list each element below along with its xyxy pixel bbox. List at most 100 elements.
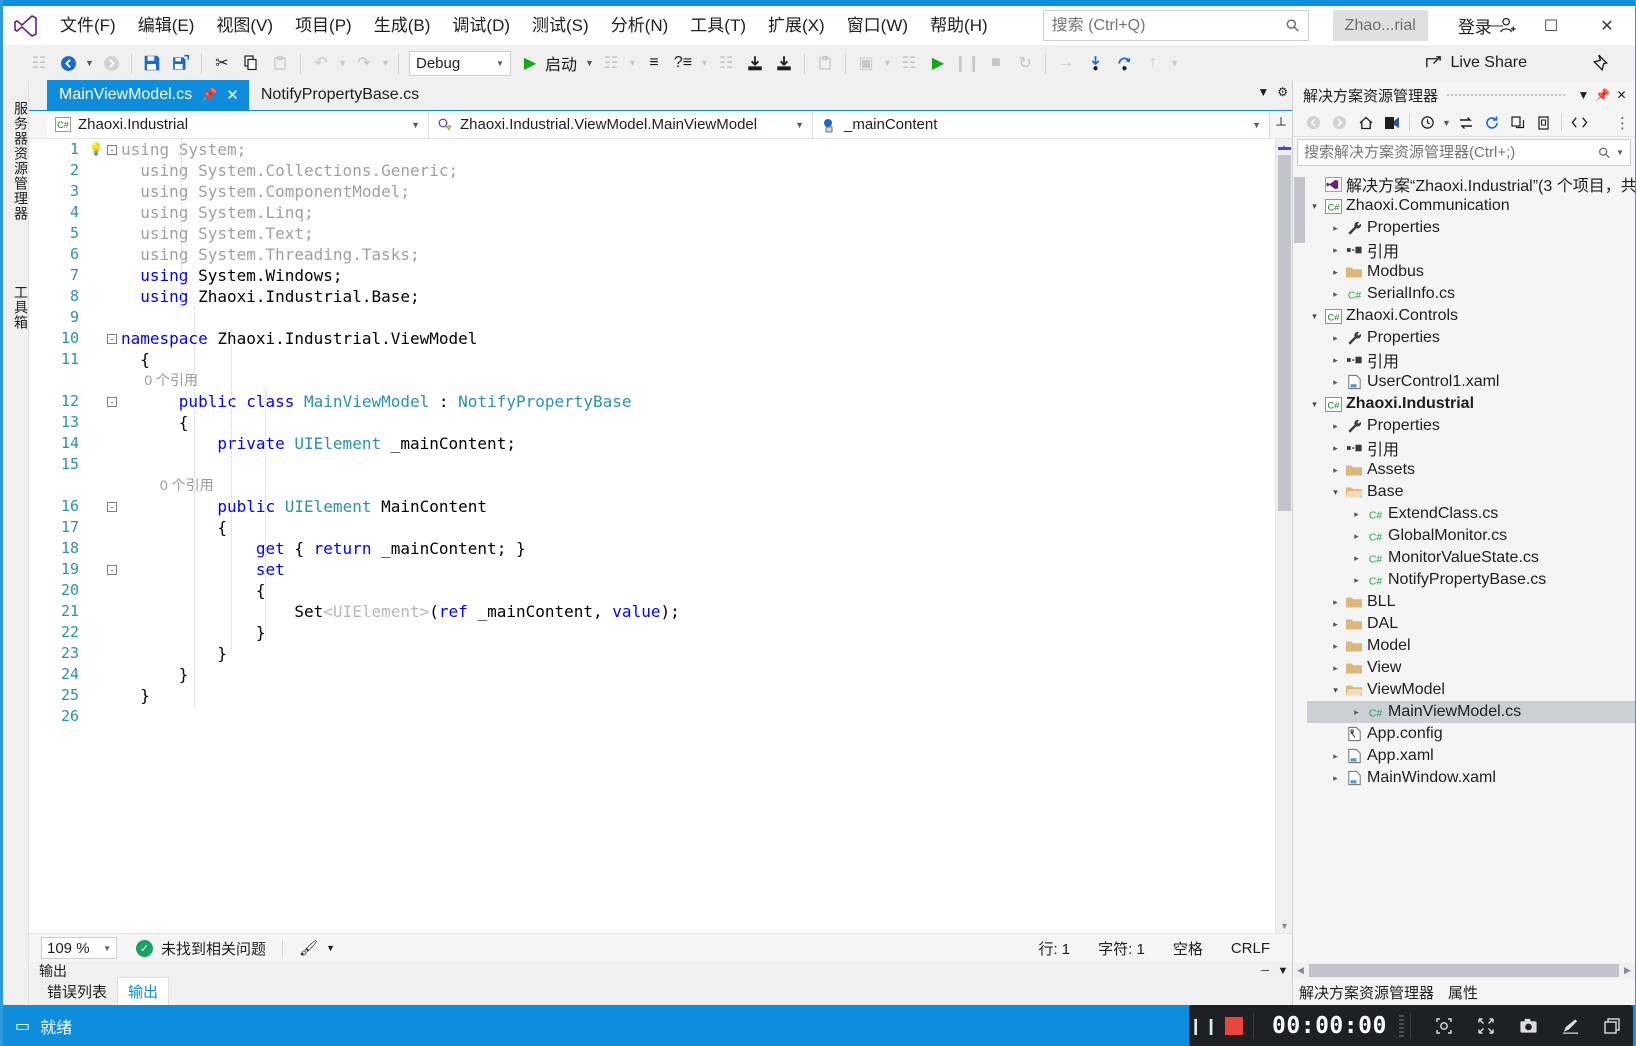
solution-tree-vertical-scrollbar[interactable] [1294,173,1305,957]
lightbulb-icon[interactable]: 💡 [87,139,105,160]
tree-item[interactable]: ▸ View [1307,657,1635,679]
tree-item[interactable]: ▾ ViewModel [1307,679,1635,701]
solution-explorer-search[interactable]: ⚲ ▼ [1297,139,1631,166]
se-pending-changes-icon[interactable] [1379,111,1404,135]
chevron-right-icon[interactable]: ▸ [1328,267,1343,278]
tree-item[interactable]: ▾ C# Zhaoxi.Controls [1307,305,1635,327]
fold-toggle-icon[interactable]: - [105,396,119,407]
code-line[interactable]: 13 { [29,412,1275,433]
menu-test[interactable]: 测试(S) [521,10,600,42]
tree-item[interactable]: ▸ Modbus [1307,261,1635,283]
code-line[interactable]: 11 { [29,349,1275,370]
tree-item[interactable]: ▸ C# ExtendClass.cs [1307,503,1635,525]
start-target-caret-icon[interactable]: ▼ [583,49,596,77]
code-line[interactable]: 9 [29,307,1275,328]
tree-item[interactable]: App.config [1307,723,1635,745]
panel-drag-dots[interactable] [1446,93,1566,97]
se-refresh-icon[interactable] [1479,111,1504,135]
navbar-type-dropdown[interactable]: Zhaoxi.Industrial.ViewModel.MainViewMode… [429,111,813,138]
solution-tree-horizontal-scrollbar[interactable]: ◀ ▶ [1293,962,1635,979]
code-line[interactable]: 18 get { return _mainContent; } [29,538,1275,559]
issue-status[interactable]: ✓ 未找到相关问题 [136,938,266,959]
continue-icon[interactable]: ▶ [924,49,952,77]
tree-item[interactable]: ▾ C# Zhaoxi.Industrial [1307,393,1635,415]
chevron-right-icon[interactable]: ▸ [1328,443,1343,454]
tree-item[interactable]: ▸ 引用 [1307,239,1635,261]
resize-icon[interactable] [1465,1005,1507,1046]
increase-indent-icon[interactable]: ≡ [640,49,668,77]
menu-debug[interactable]: 调试(D) [441,10,521,42]
tree-item[interactable]: ▸ </> UserControl1.xaml [1307,371,1635,393]
chevron-right-icon[interactable]: ▸ [1349,707,1364,718]
menu-project[interactable]: 项目(P) [284,10,363,42]
chevron-right-icon[interactable]: ▸ [1349,531,1364,542]
pen-icon[interactable] [1549,1005,1591,1046]
collapse-all-icon[interactable] [741,49,769,77]
tree-item[interactable]: ▾ C# Zhaoxi.Communication [1307,195,1635,217]
code-editor[interactable]: 1 💡 - using System; 2 using System.Collectio… [29,139,1292,933]
step-over-icon[interactable] [1110,49,1138,77]
tab-list-dropdown-icon[interactable]: ▼ [1257,85,1269,99]
code-line[interactable]: 23 } [29,643,1275,664]
menu-analyze[interactable]: 分析(N) [600,10,680,42]
tree-item[interactable]: ▸ </> MainWindow.xaml [1307,767,1635,789]
solution-search-input[interactable] [1304,144,1600,161]
expand-all-icon[interactable] [770,49,798,77]
cut-icon[interactable]: ✂ [208,49,236,77]
copy-icon[interactable] [237,49,265,77]
code-line[interactable]: 2 using System.Collections.Generic; [29,160,1275,181]
panel-options-icon[interactable]: ▼ [1274,965,1292,977]
chevron-right-icon[interactable]: ▸ [1328,641,1343,652]
tree-item[interactable]: ▸ C# SerialInfo.cs [1307,283,1635,305]
tree-item[interactable]: ▸ </> App.xaml [1307,745,1635,767]
navigate-back-caret-icon[interactable]: ▼ [83,49,96,77]
code-line[interactable]: 21 Set<UIElement>(ref _mainContent, valu… [29,601,1275,622]
se-home-icon[interactable] [1353,111,1378,135]
code-cleanup-caret-icon[interactable]: ▼ [326,943,335,953]
tree-item[interactable]: ▸ Assets [1307,459,1635,481]
start-debug-button[interactable]: ▶ 启动 [516,49,582,77]
maximize-button[interactable]: ☐ [1523,6,1579,45]
code-line[interactable]: 0 个引用 [29,370,1275,391]
chevron-right-icon[interactable]: ▸ [1328,289,1343,300]
code-lines-container[interactable]: 1 💡 - using System; 2 using System.Collectio… [29,139,1275,933]
code-line[interactable]: 12 - public class MainViewModel : NotifyP… [29,391,1275,412]
chevron-right-icon[interactable]: ▸ [1328,751,1343,762]
code-line[interactable]: 26 [29,706,1275,727]
chevron-right-icon[interactable]: ▸ [1349,575,1364,586]
save-all-icon[interactable] [167,49,195,77]
save-icon[interactable] [138,49,166,77]
panel-pin-icon[interactable]: 📌 [1593,88,1612,102]
tree-item[interactable]: ▾ Base [1307,481,1635,503]
code-line[interactable]: 22 } [29,622,1275,643]
tree-item[interactable]: 解决方案“Zhaoxi.Industrial”(3 个项目，共 3 个 [1307,173,1635,195]
fold-toggle-icon[interactable]: - [105,144,119,155]
code-line[interactable]: 19 - set [29,559,1275,580]
chevron-down-icon[interactable]: ▾ [1328,487,1343,498]
comment-icon[interactable]: ?≡ [669,49,697,77]
code-line[interactable]: 8 using Zhaoxi.Industrial.Base; [29,286,1275,307]
scroll-right-icon[interactable]: ▶ [1620,965,1635,976]
tree-item[interactable]: ▸ DAL [1307,613,1635,635]
codelens-reference-count[interactable]: 0 个引用 [119,475,1275,496]
document-tab-notifypropertybase[interactable]: NotifyPropertyBase.cs [249,80,429,110]
fold-toggle-icon[interactable]: - [105,501,119,512]
chevron-right-icon[interactable]: ▸ [1328,333,1343,344]
se-pending-caret-icon[interactable]: ▼ [1441,109,1452,137]
pin-tab-icon[interactable]: 📌 [201,87,217,103]
recorder-pause-button[interactable]: ❙❙ [1189,1005,1220,1046]
step-into-icon[interactable] [1081,49,1109,77]
chevron-right-icon[interactable]: ▸ [1328,223,1343,234]
code-line[interactable]: 4 using System.Linq; [29,202,1275,223]
chevron-right-icon[interactable]: ▸ [1328,663,1343,674]
toolbar-options-icon[interactable]: ☷ [25,49,53,77]
chevron-right-icon[interactable]: ▸ [1349,509,1364,520]
codelens-reference-count[interactable]: 0 个引用 [119,370,1275,391]
panel-drag-dots[interactable] [75,970,1248,972]
code-line[interactable]: 20 { [29,580,1275,601]
chevron-right-icon[interactable]: ▸ [1328,465,1343,476]
scroll-left-icon[interactable]: ◀ [1293,965,1308,976]
tree-item[interactable]: ▸ Properties [1307,327,1635,349]
tree-item[interactable]: ▸ BLL [1307,591,1635,613]
code-line[interactable]: 15 [29,454,1275,475]
